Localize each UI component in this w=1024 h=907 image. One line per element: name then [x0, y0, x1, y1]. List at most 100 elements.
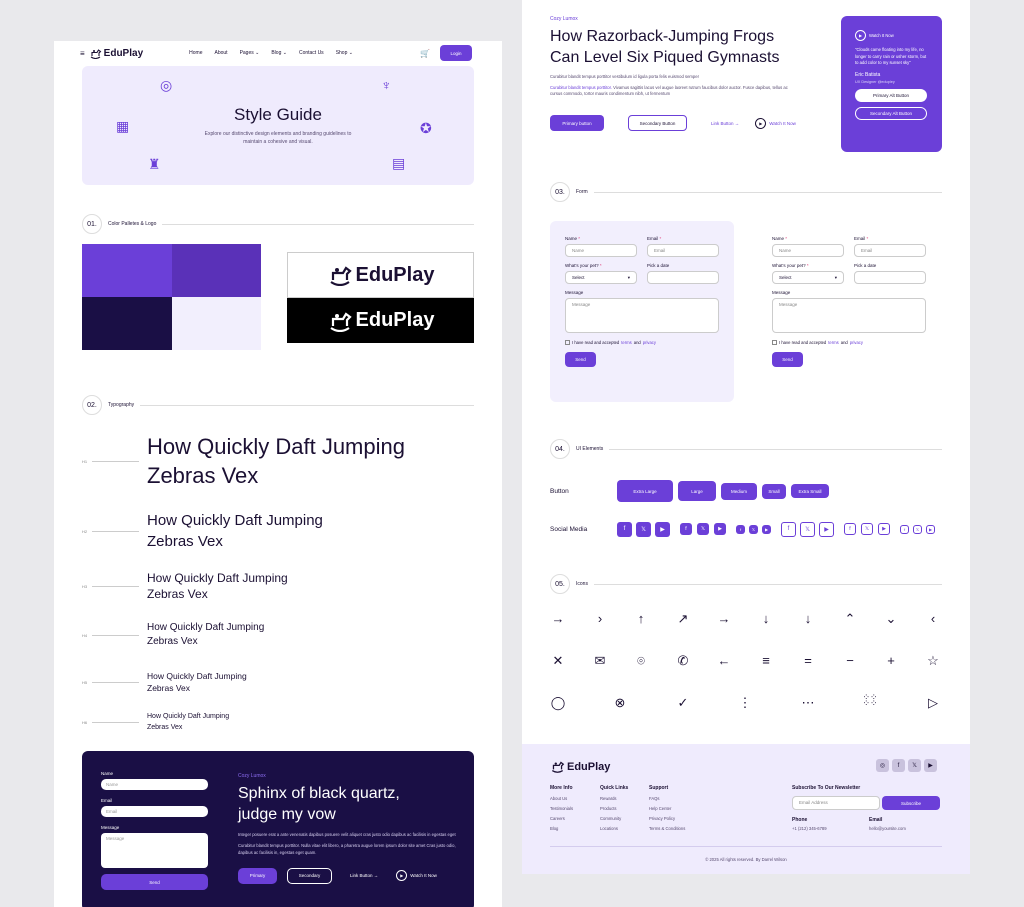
section-header-typography: 02. Typography — [82, 395, 474, 415]
subscribe-button[interactable]: Subscribe — [882, 796, 940, 810]
youtube-icon[interactable]: ▶ — [924, 759, 937, 772]
chevron-up-icon: ⌃ — [844, 611, 856, 626]
nav-link-shop-label: Shop — [335, 50, 348, 56]
footer-link[interactable]: About Us — [550, 796, 573, 801]
section-label: Color Palletes & Logo — [108, 221, 157, 227]
watch-now-label: Watch It Now — [410, 873, 437, 879]
dark-cta-card: Name Name Email Email Message Message Se… — [82, 751, 474, 907]
copyright: © 2025 All rights reserved. By Darrel Wi… — [705, 857, 787, 862]
footer-link[interactable]: Privacy Policy — [649, 816, 685, 821]
contact-info: Phone +1 (212) 345-6789 Email hello@your… — [792, 817, 942, 836]
newsletter-email-input[interactable]: Email Address — [792, 796, 880, 810]
color-palette — [82, 244, 261, 350]
primary-button[interactable]: Primary — [238, 867, 277, 884]
section-number: 01. — [82, 214, 102, 234]
hamburger-icon[interactable]: ≡ — [80, 49, 85, 58]
email-block: Email hello@yoursite.com — [869, 817, 906, 836]
ufo-icon: ♆ — [381, 77, 392, 93]
facebook-icon[interactable]: f — [892, 759, 905, 772]
nav-link-blog[interactable]: Blog ⌄ — [271, 50, 287, 56]
watch-now-button[interactable]: ▶ Watch It Now — [396, 870, 437, 882]
brand-name: EduPlay — [103, 47, 144, 59]
rocking-horse-icon — [329, 266, 352, 286]
dark-paragraph-1: Integer posuere erat a ante venenatis da… — [238, 831, 456, 837]
section-label: Typography — [108, 402, 135, 408]
arrow-right-icon: → — [551, 611, 565, 626]
style-guide-left-panel: ≡ EduPlay Home About Pages ⌄ Blog ⌄ Cont… — [54, 41, 502, 907]
login-button[interactable]: Login — [440, 45, 472, 61]
equals-icon: = — [804, 653, 812, 668]
footer-col-more-info: More Info About Us Testimonials Careers … — [550, 785, 573, 836]
dark-title: Sphinx of black quartz, judge my vow — [238, 785, 400, 823]
chevron-down-icon: ⌄ — [348, 50, 353, 56]
dark-contact-form: Name Name Email Email Message Message Se… — [101, 771, 208, 890]
dark-cta-buttons: Primary Secondary Link Button → ▶ Watch … — [238, 867, 458, 884]
email-input[interactable]: Email — [101, 806, 208, 817]
nav-link-pages[interactable]: Pages ⌄ — [240, 50, 260, 56]
heading-sample: How Quickly Daft Jumping Zebras Vex — [147, 670, 247, 695]
phone-value: +1 (212) 345-6789 — [792, 826, 827, 831]
typography-h2: H2 How Quickly Daft Jumping Zebras Vex — [82, 510, 323, 552]
castle-icon: ♜ — [148, 156, 161, 172]
link-button[interactable]: Link Button → — [350, 873, 378, 878]
footer-link[interactable]: Locations — [600, 826, 628, 831]
typography-h3: H3 How Quickly Daft Jumping Zebras Vex — [82, 570, 288, 602]
hero-description: Explore our distinctive design elements … — [204, 131, 352, 145]
section-header-colors: 01. Color Palletes & Logo — [82, 214, 474, 234]
send-button[interactable]: Send — [101, 874, 208, 890]
color-swatch-dark — [82, 297, 172, 350]
plus-icon: + — [887, 653, 895, 668]
icon-grid: → › ↑ ↗ → ↓ ↓ ⌃ ⌄ ‹ ✕ ✉ ⌾ ✆ ← ≡ = − + ☆ … — [522, 0, 970, 720]
section-divider — [162, 223, 474, 225]
check-circle-icon: ◯ — [550, 695, 566, 710]
nav-link-home[interactable]: Home — [189, 50, 202, 56]
nav-link-about[interactable]: About — [214, 50, 227, 56]
brand-logo[interactable]: EduPlay — [89, 48, 143, 59]
heading-divider — [92, 682, 139, 683]
heading-tag: H5 — [82, 679, 88, 685]
footer-link[interactable]: Community — [600, 816, 628, 821]
footer-link[interactable]: Testimonials — [550, 806, 573, 811]
check-icon: ✓ — [677, 695, 689, 710]
message-label: Message — [101, 825, 120, 830]
x-circle-icon: ⊗ — [614, 695, 626, 710]
play-circle-icon: ▶ — [396, 870, 408, 882]
heading-line: Zebras Vex — [147, 587, 208, 602]
more-vertical-icon: ⋮ — [738, 695, 752, 710]
x-icon[interactable]: 𝕏 — [908, 759, 921, 772]
phone-block: Phone +1 (212) 345-6789 — [792, 817, 869, 836]
instagram-icon[interactable]: ◎ — [876, 759, 889, 772]
heading-sample: How Quickly Daft Jumping Zebras Vex — [147, 712, 229, 733]
heading-line: How Quickly Daft Jumping — [147, 571, 288, 585]
email-label: Email — [869, 817, 883, 823]
calendar-icon: ▦ — [116, 118, 130, 134]
nav-link-shop[interactable]: Shop ⌄ — [336, 50, 353, 56]
footer-link[interactable]: FAQs — [649, 796, 685, 801]
nav-link-contact[interactable]: Contact Us — [299, 50, 324, 56]
dark-paragraph-2: Curabitur blandit tempus porttitor. Null… — [238, 843, 456, 856]
heading-divider — [92, 585, 139, 587]
footer-link[interactable]: Careers — [550, 816, 573, 821]
arrow-up-right-icon: ↗ — [677, 611, 689, 626]
mail-icon: ✉ — [594, 653, 606, 668]
footer-col-title: Quick Links — [600, 785, 629, 791]
footer-link[interactable]: Help Center — [649, 806, 685, 811]
footer-link[interactable]: Rewards — [600, 796, 628, 801]
name-input[interactable]: Name — [101, 779, 208, 790]
footer-logo[interactable]: EduPlay — [550, 760, 610, 773]
typography-h5: H5 How Quickly Daft Jumping Zebras Vex — [82, 670, 247, 695]
secondary-button[interactable]: Secondary — [287, 867, 332, 884]
message-textarea[interactable]: Message — [101, 833, 208, 868]
dark-cta-content: Cozy Lumox Sphinx of black quartz, judge… — [238, 773, 458, 884]
footer-link[interactable]: Terms & Conditions — [649, 826, 685, 831]
heading-tag: H2 — [82, 528, 88, 534]
footer-divider — [550, 846, 942, 847]
heading-line: How Quickly Daft Jumping — [147, 671, 247, 681]
grid-dots-icon: ⁘⁘ ⁘⁘ — [862, 692, 878, 709]
footer-link[interactable]: Products — [600, 806, 628, 811]
heading-line: Zebras Vex — [147, 636, 198, 647]
phone-label: Phone — [792, 817, 808, 823]
heading-tag: H4 — [82, 632, 88, 638]
footer-link[interactable]: Blog — [550, 826, 573, 831]
cart-icon[interactable]: 🛒 — [420, 49, 430, 58]
